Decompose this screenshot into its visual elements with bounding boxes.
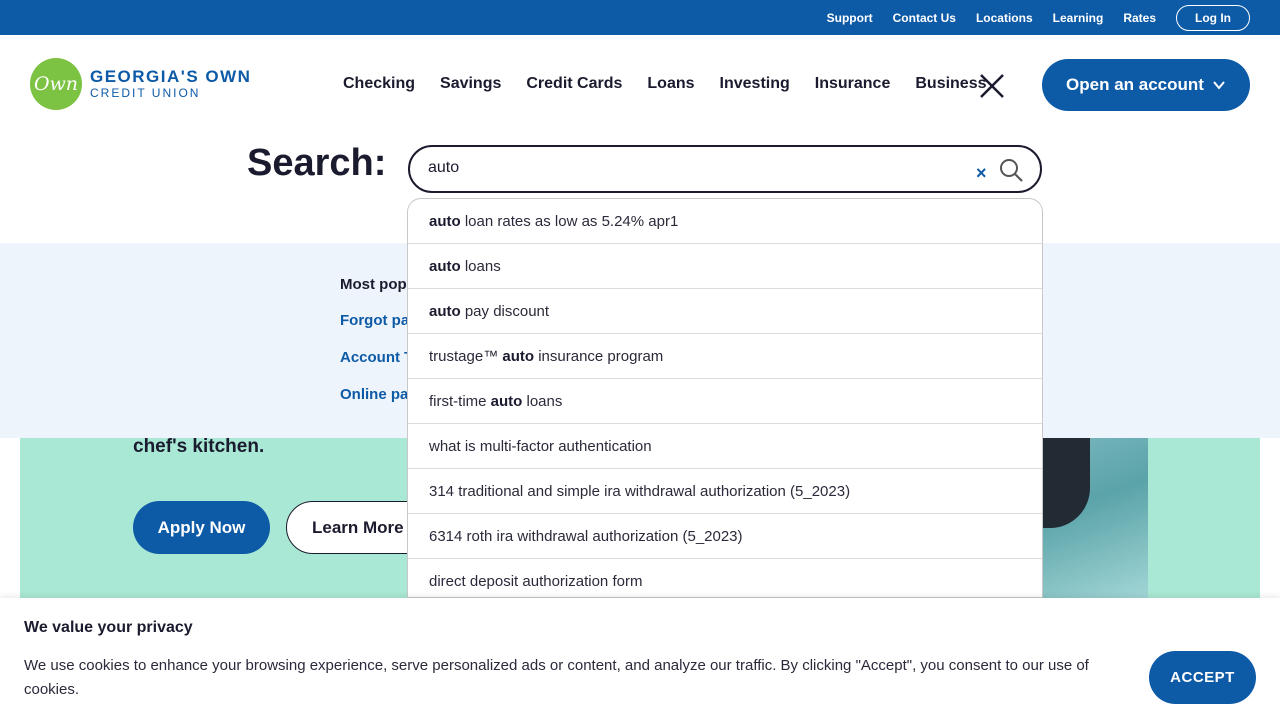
cookie-body: We use cookies to enhance your browsing … [24, 657, 1089, 698]
search-field: × [408, 145, 1042, 193]
accept-cookies-button[interactable]: ACCEPT [1149, 651, 1256, 704]
search-label: Search: [247, 142, 387, 184]
nav-credit-cards[interactable]: Credit Cards [526, 75, 622, 93]
search-suggestions: auto loan rates as low as 5.24% apr1 auto… [407, 198, 1043, 598]
main-header: Own GEORGIA'S OWN CREDIT UNION Checking … [0, 35, 1280, 135]
brand-logo[interactable]: Own GEORGIA'S OWN CREDIT UNION [30, 58, 251, 110]
hero-text: chef's kitchen. [133, 436, 265, 457]
suggestion-item[interactable]: first-time auto loans [408, 379, 1042, 424]
logo-mark: Own [30, 58, 82, 110]
nav-insurance[interactable]: Insurance [815, 75, 891, 93]
close-search-icon[interactable] [978, 72, 1006, 100]
suggestion-item[interactable]: auto pay discount [408, 289, 1042, 334]
suggestion-item[interactable]: auto loans [408, 244, 1042, 289]
logo-line-2: CREDIT UNION [90, 86, 201, 100]
contact-us-link[interactable]: Contact Us [893, 11, 956, 25]
suggestion-item[interactable]: 314 traditional and simple ira withdrawa… [408, 469, 1042, 514]
suggestion-text: first-time [429, 392, 491, 410]
suggestion-text: direct deposit authorization form [429, 572, 643, 590]
nav-investing[interactable]: Investing [720, 75, 790, 93]
suggestion-text: 6314 roth ira withdrawal authorization (… [429, 527, 743, 545]
suggestion-match: auto [429, 212, 461, 230]
popular-link[interactable]: Account T [340, 349, 413, 366]
nav-checking[interactable]: Checking [343, 75, 415, 93]
suggestion-item[interactable]: trustage™ auto insurance program [408, 334, 1042, 379]
suggestion-item[interactable]: 6314 roth ira withdrawal authorization (… [408, 514, 1042, 559]
nav-business[interactable]: Business [915, 75, 986, 93]
suggestion-match: auto [490, 392, 523, 410]
suggestion-match: auto [429, 257, 461, 275]
primary-nav: Checking Savings Credit Cards Loans Inve… [343, 75, 1012, 93]
cookie-banner: We value your privacy We use cookies to … [0, 598, 1280, 720]
learning-link[interactable]: Learning [1053, 11, 1104, 25]
apply-now-button[interactable]: Apply Now [133, 501, 270, 554]
most-popular-heading: Most pop [340, 276, 407, 293]
nav-savings[interactable]: Savings [440, 75, 501, 93]
suggestion-text: loans [460, 257, 501, 275]
login-button[interactable]: Log In [1176, 4, 1250, 31]
locations-link[interactable]: Locations [976, 11, 1033, 25]
suggestion-text: trustage™ [429, 347, 503, 365]
suggestion-item[interactable]: auto loan rates as low as 5.24% apr1 [408, 199, 1042, 244]
chevron-down-icon [1213, 81, 1225, 90]
suggestion-match: auto [502, 347, 535, 365]
support-link[interactable]: Support [827, 11, 873, 25]
utility-bar: Support Contact Us Locations Learning Ra… [0, 0, 1280, 35]
suggestion-text: pay discount [460, 302, 550, 320]
rates-link[interactable]: Rates [1123, 11, 1156, 25]
popular-link[interactable]: Forgot pa [340, 312, 409, 329]
suggestion-text: loan rates as low as 5.24% apr1 [460, 212, 679, 230]
nav-loans[interactable]: Loans [647, 75, 694, 93]
open-account-label: Open an account [1066, 75, 1204, 94]
suggestion-text: 314 traditional and simple ira withdrawa… [429, 482, 851, 500]
suggestion-match: auto [429, 302, 461, 320]
suggestion-text: loans [522, 392, 563, 410]
cookie-title: We value your privacy [24, 619, 193, 636]
open-account-button[interactable]: Open an account [1042, 59, 1250, 111]
hero-image [1042, 438, 1148, 598]
utility-links: Support Contact Us Locations Learning Ra… [807, 0, 1250, 35]
clear-search-icon[interactable]: × [976, 163, 987, 184]
search-input[interactable] [428, 159, 948, 177]
logo-wordmark: GEORGIA'S OWN CREDIT UNION [90, 67, 252, 101]
logo-line-1: GEORGIA'S OWN [90, 67, 252, 86]
suggestion-text: what is multi-factor authentication [429, 437, 652, 455]
suggestion-item[interactable]: what is multi-factor authentication [408, 424, 1042, 469]
popular-link[interactable]: Online pa [340, 386, 408, 403]
suggestion-text: insurance program [534, 347, 664, 365]
search-icon[interactable] [998, 157, 1024, 183]
suggestion-item[interactable]: direct deposit authorization form [408, 559, 1042, 597]
